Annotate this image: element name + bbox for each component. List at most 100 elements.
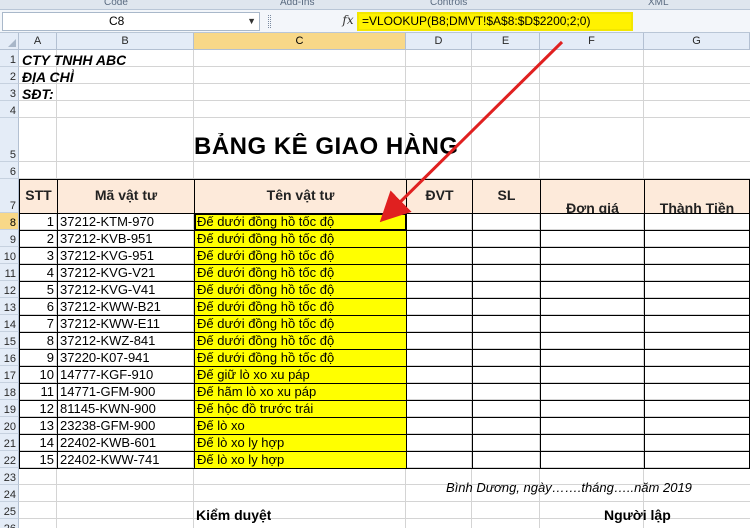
item-empty-cell[interactable] xyxy=(644,434,750,452)
item-empty-cell[interactable] xyxy=(540,349,645,367)
row-header-3[interactable]: 3 xyxy=(0,84,19,101)
item-empty-cell[interactable] xyxy=(406,366,473,384)
row-header-23[interactable]: 23 xyxy=(0,468,19,485)
item-empty-cell[interactable] xyxy=(644,281,750,299)
ribbon-group-addins[interactable]: Add-Ins xyxy=(280,0,314,8)
item-empty-cell[interactable] xyxy=(406,230,473,248)
item-stt-cell[interactable]: 11 xyxy=(19,383,58,401)
item-code-cell[interactable]: 37212-KVB-951 xyxy=(57,230,195,248)
item-empty-cell[interactable] xyxy=(540,264,645,282)
item-name-cell[interactable]: Đế hãm lò xo xu páp xyxy=(194,383,407,401)
item-empty-cell[interactable] xyxy=(406,281,473,299)
row-header-18[interactable]: 18 xyxy=(0,383,19,400)
ribbon-group-xml[interactable]: XML xyxy=(648,0,669,8)
item-empty-cell[interactable] xyxy=(540,451,645,469)
item-empty-cell[interactable] xyxy=(644,247,750,265)
item-empty-cell[interactable] xyxy=(644,332,750,350)
item-empty-cell[interactable] xyxy=(406,298,473,316)
item-code-cell[interactable]: 14777-KGF-910 xyxy=(57,366,195,384)
item-code-cell[interactable]: 22402-KWW-741 xyxy=(57,451,195,469)
item-empty-cell[interactable] xyxy=(644,366,750,384)
item-stt-cell[interactable]: 15 xyxy=(19,451,58,469)
item-empty-cell[interactable] xyxy=(406,417,473,435)
item-empty-cell[interactable] xyxy=(472,451,541,469)
row-header-1[interactable]: 1 xyxy=(0,50,19,67)
item-empty-cell[interactable] xyxy=(472,349,541,367)
item-stt-cell[interactable]: 2 xyxy=(19,230,58,248)
item-empty-cell[interactable] xyxy=(540,315,645,333)
column-header-c[interactable]: C xyxy=(194,33,406,50)
row-header-2[interactable]: 2 xyxy=(0,67,19,84)
item-empty-cell[interactable] xyxy=(406,400,473,418)
row-header-17[interactable]: 17 xyxy=(0,366,19,383)
ribbon-group-controls[interactable]: Controls xyxy=(430,0,467,8)
item-empty-cell[interactable] xyxy=(540,400,645,418)
item-name-cell[interactable]: Đế dưới đồng hồ tốc độ xyxy=(194,281,407,299)
row-header-10[interactable]: 10 xyxy=(0,247,19,264)
item-empty-cell[interactable] xyxy=(406,451,473,469)
item-empty-cell[interactable] xyxy=(644,230,750,248)
row-header-13[interactable]: 13 xyxy=(0,298,19,315)
item-code-cell[interactable]: 23238-GFM-900 xyxy=(57,417,195,435)
item-empty-cell[interactable] xyxy=(644,213,750,231)
column-header-e[interactable]: E xyxy=(472,33,540,50)
item-stt-cell[interactable]: 8 xyxy=(19,332,58,350)
item-empty-cell[interactable] xyxy=(472,315,541,333)
item-empty-cell[interactable] xyxy=(472,298,541,316)
item-stt-cell[interactable]: 12 xyxy=(19,400,58,418)
item-empty-cell[interactable] xyxy=(540,213,645,231)
item-empty-cell[interactable] xyxy=(406,349,473,367)
item-empty-cell[interactable] xyxy=(540,332,645,350)
item-empty-cell[interactable] xyxy=(540,230,645,248)
item-empty-cell[interactable] xyxy=(472,434,541,452)
item-empty-cell[interactable] xyxy=(472,400,541,418)
row-header-24[interactable]: 24 xyxy=(0,485,19,502)
column-header-f[interactable]: F xyxy=(540,33,644,50)
item-empty-cell[interactable] xyxy=(472,332,541,350)
item-name-cell[interactable]: Đế dưới đồng hồ tốc độ xyxy=(194,349,407,367)
resize-grip-icon[interactable] xyxy=(268,15,271,28)
item-stt-cell[interactable]: 9 xyxy=(19,349,58,367)
item-stt-cell[interactable]: 6 xyxy=(19,298,58,316)
item-empty-cell[interactable] xyxy=(406,434,473,452)
item-name-cell[interactable]: Đế dưới đồng hồ tốc độ xyxy=(194,230,407,248)
chevron-down-icon[interactable]: ▼ xyxy=(247,13,256,30)
item-empty-cell[interactable] xyxy=(540,417,645,435)
item-name-cell[interactable]: Đế dưới đồng hồ tốc độ xyxy=(194,264,407,282)
item-name-cell[interactable]: Đế hộc đồ trước trái xyxy=(194,400,407,418)
row-header-16[interactable]: 16 xyxy=(0,349,19,366)
item-code-cell[interactable]: 37212-KWZ-841 xyxy=(57,332,195,350)
item-name-cell[interactable]: Đế dưới đồng hồ tốc độ xyxy=(194,332,407,350)
row-header-4[interactable]: 4 xyxy=(0,101,19,118)
item-empty-cell[interactable] xyxy=(472,366,541,384)
item-empty-cell[interactable] xyxy=(472,247,541,265)
item-code-cell[interactable]: 37212-KVG-V41 xyxy=(57,281,195,299)
item-empty-cell[interactable] xyxy=(644,264,750,282)
item-name-cell[interactable]: Đế dưới đồng hồ tốc độ xyxy=(194,298,407,316)
item-empty-cell[interactable] xyxy=(540,434,645,452)
item-stt-cell[interactable]: 4 xyxy=(19,264,58,282)
insert-function-icon[interactable]: fx xyxy=(340,13,356,30)
row-header-26[interactable]: 26 xyxy=(0,519,19,528)
row-header-11[interactable]: 11 xyxy=(0,264,19,281)
item-code-cell[interactable]: 37220-K07-941 xyxy=(57,349,195,367)
item-empty-cell[interactable] xyxy=(540,247,645,265)
item-empty-cell[interactable] xyxy=(472,230,541,248)
item-empty-cell[interactable] xyxy=(406,332,473,350)
column-header-g[interactable]: G xyxy=(644,33,750,50)
item-name-cell[interactable]: Đế dưới đồng hồ tốc độ xyxy=(194,213,407,231)
item-empty-cell[interactable] xyxy=(406,213,473,231)
row-header-12[interactable]: 12 xyxy=(0,281,19,298)
item-code-cell[interactable]: 37212-KVG-V21 xyxy=(57,264,195,282)
row-header-20[interactable]: 20 xyxy=(0,417,19,434)
item-stt-cell[interactable]: 1 xyxy=(19,213,58,231)
row-header-22[interactable]: 22 xyxy=(0,451,19,468)
item-empty-cell[interactable] xyxy=(540,298,645,316)
item-code-cell[interactable]: 37212-KWW-E11 xyxy=(57,315,195,333)
item-code-cell[interactable]: 37212-KVG-951 xyxy=(57,247,195,265)
item-name-cell[interactable]: Đế lò xo xyxy=(194,417,407,435)
row-header-15[interactable]: 15 xyxy=(0,332,19,349)
ribbon-group-code[interactable]: Code xyxy=(104,0,128,8)
row-header-7[interactable]: 7 xyxy=(0,179,19,213)
row-header-21[interactable]: 21 xyxy=(0,434,19,451)
